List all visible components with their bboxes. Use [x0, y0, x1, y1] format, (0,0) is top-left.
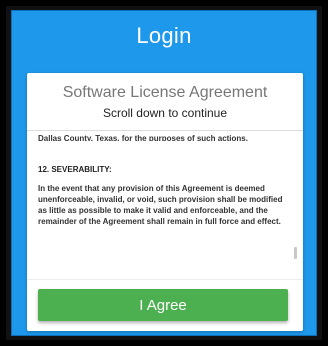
severability-text: In the event that any provision of this … [38, 184, 283, 226]
app-title: Login [136, 23, 192, 48]
license-text: Dallas County, Texas, for the purposes o… [38, 134, 289, 227]
severability-heading: 12. SEVERABILITY: [38, 165, 112, 174]
device-frame: Login Software License Agreement Scroll … [6, 6, 322, 340]
license-header: Software License Agreement Scroll down t… [27, 73, 303, 131]
license-card: Software License Agreement Scroll down t… [27, 73, 303, 331]
login-screen: Login Software License Agreement Scroll … [11, 10, 317, 336]
license-text-scroll-area[interactable]: Dallas County, Texas, for the purposes o… [27, 131, 303, 279]
scrollbar-thumb[interactable] [294, 247, 297, 259]
license-title: Software License Agreement [62, 84, 268, 101]
agree-button[interactable]: I Agree [38, 289, 288, 321]
license-partial-line: Dallas County, Texas, for the purposes o… [38, 134, 248, 141]
scroll-instruction: Scroll down to continue [102, 106, 228, 120]
footer-divider [27, 279, 303, 280]
